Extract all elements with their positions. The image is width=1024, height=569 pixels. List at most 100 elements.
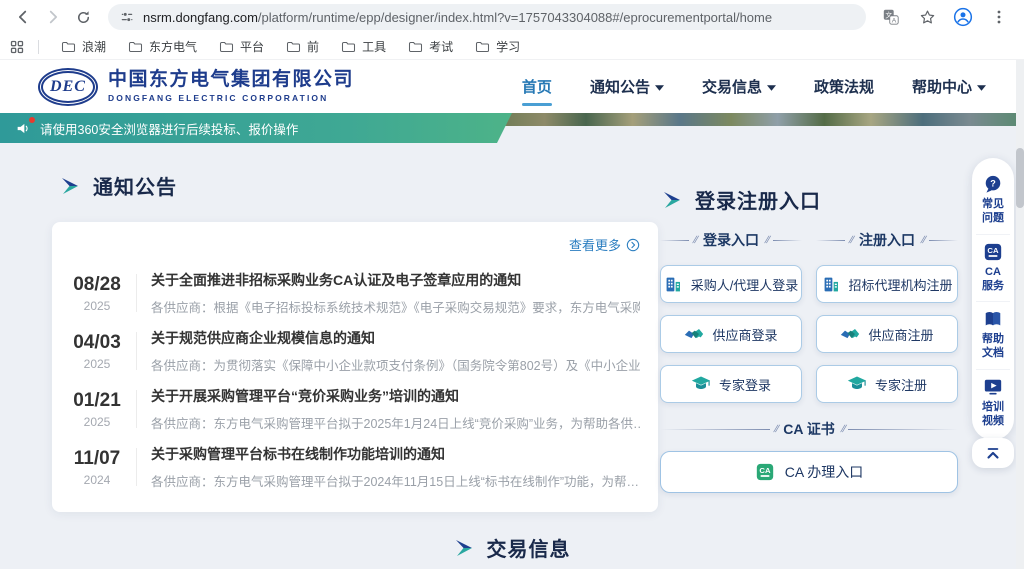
quickbar-label: 帮助文档 — [982, 332, 1004, 361]
building-icon — [664, 275, 683, 294]
training-video-icon — [983, 377, 1003, 397]
divider-line — [816, 240, 845, 241]
trade-section-title: 交易信息 — [487, 533, 571, 562]
portal-button[interactable]: 供应商登录 — [660, 315, 802, 353]
folder-icon — [475, 41, 490, 53]
profile-avatar-icon[interactable] — [950, 4, 976, 30]
login-column-label: 登录入口 — [701, 230, 761, 250]
notice-desc: 各供应商：东方电气采购管理平台拟于2025年1月24日上线“竞价采购”业务，为帮… — [151, 413, 640, 432]
quickbar-item[interactable]: 帮助文档 — [976, 302, 1010, 370]
notice-date-year: 2025 — [66, 357, 128, 371]
portal-button-label: 专家登录 — [719, 375, 771, 394]
login-column-label: 注册入口 — [857, 230, 917, 250]
login-section-title: 登录注册入口 — [695, 185, 821, 214]
portal-button[interactable]: 专家登录 — [660, 365, 802, 403]
chevron-down-icon — [767, 85, 776, 91]
portal-button[interactable]: 招标代理机构注册 — [816, 265, 958, 303]
portal-button-label: 供应商登录 — [712, 325, 777, 344]
portal-button[interactable]: 专家注册 — [816, 365, 958, 403]
ca-badge-green-icon: CA — [755, 462, 775, 482]
folder-icon — [61, 41, 76, 53]
folder-icon — [128, 41, 143, 53]
page-scrollbar[interactable] — [1016, 60, 1024, 569]
notice-date-year: 2025 — [66, 299, 128, 313]
company-name-cn: 中国东方电气集团有限公司 — [108, 70, 354, 91]
nav-item-通知公告[interactable]: 通知公告 — [590, 76, 664, 97]
apps-grid-icon[interactable] — [10, 40, 24, 54]
nav-label: 通知公告 — [590, 76, 650, 97]
menu-dots-icon[interactable] — [986, 4, 1012, 30]
divider-tick: // — [692, 235, 699, 246]
bookmark-item[interactable]: 平台 — [219, 38, 264, 55]
notice-list-item[interactable]: 11/07 2024 关于采购管理平台标书在线制作功能培训的通知 各供应商：东方… — [66, 438, 640, 496]
notice-date-md: 04/03 — [66, 332, 128, 354]
notice-body: 关于开展采购管理平台“竞价采购业务”培训的通知 各供应商：东方电气采购管理平台拟… — [151, 386, 640, 432]
back-icon[interactable] — [10, 4, 36, 30]
notice-list-item[interactable]: 08/28 2025 关于全面推进非招标采购业务CA认证及电子签章应用的通知 各… — [66, 264, 640, 322]
view-more-label: 查看更多 — [569, 235, 621, 254]
site-settings-icon[interactable] — [120, 10, 134, 24]
nav-item-帮助中心[interactable]: 帮助中心 — [912, 76, 986, 97]
notice-date-year: 2025 — [66, 415, 128, 429]
nav-item-首页[interactable]: 首页 — [522, 76, 552, 97]
quickbar-item[interactable]: ? 常见问题 — [976, 167, 1010, 235]
forward-icon[interactable] — [40, 4, 66, 30]
divider-tick: // — [848, 235, 855, 246]
scrollbar-thumb[interactable] — [1016, 148, 1024, 208]
faq-icon: ? — [983, 174, 1003, 194]
portal-button[interactable]: 供应商注册 — [816, 315, 958, 353]
translate-icon[interactable]: 文A — [878, 4, 904, 30]
chevron-down-icon — [655, 85, 664, 91]
browser-toolbar: nsrm.dongfang.com/platform/runtime/epp/d… — [0, 0, 1024, 34]
bookmark-item[interactable]: 考试 — [408, 38, 453, 55]
dec-logo-text: DEC — [50, 78, 86, 96]
folder-icon — [341, 41, 356, 53]
portal-button-label: 专家注册 — [875, 375, 927, 394]
bookmarks-bar: 浪潮 东方电气 平台 前 工具 考试 学习 — [0, 34, 1024, 60]
ca-apply-button[interactable]: CA CA 办理入口 — [660, 451, 958, 493]
bookmark-label: 平台 — [240, 38, 264, 55]
bookmark-item[interactable]: 学习 — [475, 38, 520, 55]
nav-label: 政策法规 — [814, 76, 874, 97]
bookmark-item[interactable]: 东方电气 — [128, 38, 197, 55]
bookmark-item[interactable]: 工具 — [341, 38, 386, 55]
notice-date: 08/28 2025 — [66, 274, 128, 313]
back-to-top-button[interactable] — [972, 438, 1014, 468]
nav-label: 首页 — [522, 76, 552, 97]
view-more-link[interactable]: 查看更多 — [569, 235, 640, 262]
bookmark-item[interactable]: 浪潮 — [61, 38, 106, 55]
notification-dot — [29, 117, 35, 123]
notice-list-item[interactable]: 04/03 2025 关于规范供应商企业规模信息的通知 各供应商：为贯彻落实《保… — [66, 322, 640, 380]
bookmark-star-icon[interactable] — [914, 4, 940, 30]
bookmark-item[interactable]: 前 — [286, 38, 319, 55]
page: nsrm.dongfang.com/platform/runtime/epp/d… — [0, 0, 1024, 569]
notice-list-item[interactable]: 01/21 2025 关于开展采购管理平台“竞价采购业务”培训的通知 各供应商：… — [66, 380, 640, 438]
section-arrow-icon — [662, 190, 682, 210]
ca-divider-label: CA 证书 — [781, 419, 837, 439]
svg-text:?: ? — [990, 178, 996, 188]
notice-card: 查看更多 08/28 2025 关于全面推进非招标采购业务CA认证及电子签章应用… — [52, 222, 658, 512]
quickbar-item[interactable]: CA CA服务 — [976, 235, 1010, 303]
portal-button[interactable]: 采购人/代理人登录 — [660, 265, 802, 303]
notice-section-header: 通知公告 — [60, 171, 177, 200]
main-nav: 首页 通知公告 交易信息 政策法规 帮助中心 — [522, 76, 986, 97]
graduation-cap-icon — [691, 374, 711, 394]
handshake-icon — [684, 324, 704, 344]
section-arrow-icon — [60, 176, 80, 196]
divider — [136, 332, 137, 370]
url-bar[interactable]: nsrm.dongfang.com/platform/runtime/epp/d… — [108, 4, 866, 30]
ca-divider: // CA 证书 // — [660, 419, 958, 439]
nav-item-交易信息[interactable]: 交易信息 — [702, 76, 776, 97]
bookmark-label: 工具 — [362, 38, 386, 55]
svg-text:CA: CA — [759, 466, 771, 475]
login-columns: // 登录入口 // 采购人/代理人登录 供应商登录 专家登录 // 注册入口 … — [660, 230, 958, 403]
login-column: // 注册入口 // 招标代理机构注册 供应商注册 专家注册 — [816, 230, 958, 403]
portal-button-label: 供应商注册 — [868, 325, 933, 344]
reload-icon[interactable] — [70, 4, 96, 30]
quickbar-item[interactable]: 培训视频 — [976, 370, 1010, 437]
dec-logo[interactable]: DEC — [38, 68, 98, 106]
notice-body: 关于采购管理平台标书在线制作功能培训的通知 各供应商：东方电气采购管理平台拟于2… — [151, 444, 640, 490]
quick-sidebar: ? 常见问题 CA CA服务 帮助文档 培训视频 — [972, 158, 1014, 440]
nav-item-政策法规[interactable]: 政策法规 — [814, 76, 874, 97]
divider-line — [848, 429, 958, 430]
